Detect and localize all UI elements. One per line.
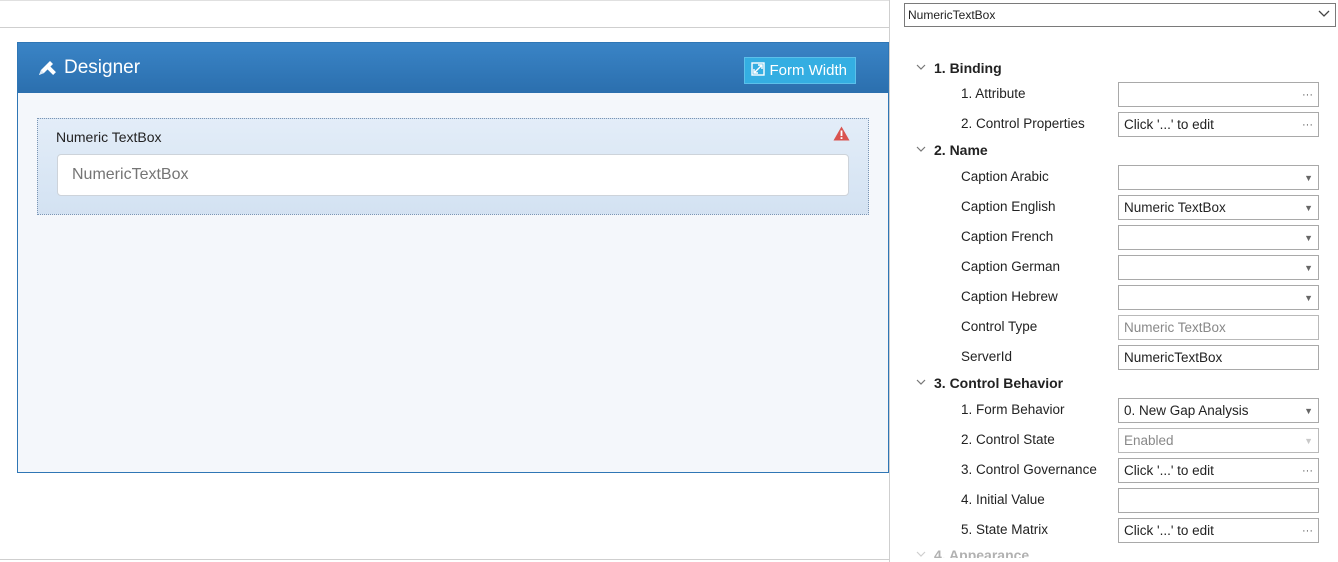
dropdown-arrow-icon[interactable]: ▼ — [1304, 263, 1313, 273]
dropdown-arrow-icon[interactable]: ▼ — [1304, 406, 1313, 416]
dropdown-arrow-icon[interactable]: ▼ — [1304, 203, 1313, 213]
prop-label-caption-german: Caption German — [961, 259, 1061, 274]
form-width-button[interactable]: Form Width — [744, 57, 856, 84]
prop-label-server-id: ServerId — [961, 349, 1013, 364]
expand-icon — [751, 61, 766, 80]
prop-label-control-state: 2. Control State — [961, 432, 1055, 447]
prop-field-control-governance[interactable]: Click '...' to edit ··· — [1118, 458, 1319, 483]
section-name[interactable]: 2. Name — [916, 142, 988, 158]
prop-field-caption-english[interactable]: Numeric TextBox ▼ — [1118, 195, 1319, 220]
dropdown-arrow-icon[interactable]: ▼ — [1304, 173, 1313, 183]
prop-field-state-matrix[interactable]: Click '...' to edit ··· — [1118, 518, 1319, 543]
ellipsis-icon[interactable]: ··· — [1302, 89, 1313, 101]
control-selector-value: NumericTextBox — [908, 8, 996, 22]
chevron-down-icon — [916, 549, 928, 558]
section-label: 3. Control Behavior — [934, 375, 1064, 391]
prop-label-control-type: Control Type — [961, 319, 1038, 334]
numeric-textbox-control[interactable]: Numeric TextBox — [37, 118, 869, 215]
property-grid: 1. Binding 1. Attribute ··· 2. Control P… — [890, 56, 1338, 558]
designer-title-label: Designer — [64, 57, 141, 78]
prop-value: Numeric TextBox — [1124, 200, 1226, 215]
dropdown-arrow-icon[interactable]: ▼ — [1304, 293, 1313, 303]
prop-value: Numeric TextBox — [1124, 320, 1226, 335]
control-caption: Numeric TextBox — [56, 129, 162, 145]
chevron-down-icon — [916, 144, 928, 156]
designer-panel: Designer Form Width Numeric TextBox — [17, 42, 889, 473]
prop-label-caption-arabic: Caption Arabic — [961, 169, 1049, 184]
designer-toolbar-strip — [0, 0, 889, 28]
prop-field-caption-hebrew[interactable]: ▼ — [1118, 285, 1319, 310]
prop-value: Click '...' to edit — [1124, 463, 1214, 478]
section-control-behavior[interactable]: 3. Control Behavior — [916, 375, 1063, 391]
prop-value: NumericTextBox — [1124, 350, 1223, 365]
designer-title: Designer — [36, 57, 140, 79]
designer-bottom-divider — [0, 559, 889, 560]
prop-label-caption-hebrew: Caption Hebrew — [961, 289, 1058, 304]
prop-label-control-properties: 2. Control Properties — [961, 116, 1085, 131]
ellipsis-icon[interactable]: ··· — [1302, 119, 1313, 131]
ellipsis-icon[interactable]: ··· — [1302, 525, 1313, 537]
prop-label-caption-english: Caption English — [961, 199, 1056, 214]
section-appearance[interactable]: 4. Appearance — [916, 547, 1029, 558]
prop-label-control-governance: 3. Control Governance — [961, 462, 1097, 477]
chevron-down-icon — [916, 377, 928, 389]
prop-field-server-id[interactable]: NumericTextBox — [1118, 345, 1319, 370]
prop-value: Click '...' to edit — [1124, 117, 1214, 132]
prop-field-control-properties[interactable]: Click '...' to edit ··· — [1118, 112, 1319, 137]
dropdown-arrow-icon[interactable]: ▼ — [1304, 233, 1313, 243]
designer-pane: Designer Form Width Numeric TextBox — [0, 0, 889, 562]
prop-label-attribute: 1. Attribute — [961, 86, 1026, 101]
section-label: 1. Binding — [934, 60, 1002, 76]
section-binding[interactable]: 1. Binding — [916, 60, 1002, 76]
numeric-textbox-input[interactable] — [57, 154, 849, 196]
ellipsis-icon[interactable]: ··· — [1302, 465, 1313, 477]
prop-value: Click '...' to edit — [1124, 523, 1214, 538]
control-selector-dropdown[interactable]: NumericTextBox — [904, 3, 1336, 27]
prop-label-initial-value: 4. Initial Value — [961, 492, 1045, 507]
prop-label-state-matrix: 5. State Matrix — [961, 522, 1049, 537]
designer-header: Designer Form Width — [18, 43, 888, 93]
section-label: 2. Name — [934, 142, 988, 158]
prop-value: 0. New Gap Analysis — [1124, 403, 1249, 418]
properties-pane: NumericTextBox 1. Binding 1. Attribute ·… — [889, 0, 1338, 562]
prop-label-caption-french: Caption French — [961, 229, 1054, 244]
prop-field-caption-arabic[interactable]: ▼ — [1118, 165, 1319, 190]
prop-field-form-behavior[interactable]: 0. New Gap Analysis ▼ — [1118, 398, 1319, 423]
prop-field-initial-value[interactable] — [1118, 488, 1319, 513]
pencil-ruler-icon — [36, 58, 58, 78]
prop-field-control-state: Enabled ▼ — [1118, 428, 1319, 453]
prop-value: Enabled — [1124, 433, 1174, 448]
chevron-down-icon — [916, 62, 928, 74]
section-label: 4. Appearance — [934, 547, 1030, 558]
form-width-label: Form Width — [769, 62, 847, 79]
warning-icon — [833, 126, 850, 146]
prop-field-control-type: Numeric TextBox — [1118, 315, 1319, 340]
dropdown-arrow-icon: ▼ — [1304, 435, 1313, 446]
chevron-down-icon — [1318, 9, 1330, 21]
prop-field-caption-french[interactable]: ▼ — [1118, 225, 1319, 250]
prop-field-caption-german[interactable]: ▼ — [1118, 255, 1319, 280]
prop-label-form-behavior: 1. Form Behavior — [961, 402, 1065, 417]
prop-field-attribute[interactable]: ··· — [1118, 82, 1319, 107]
